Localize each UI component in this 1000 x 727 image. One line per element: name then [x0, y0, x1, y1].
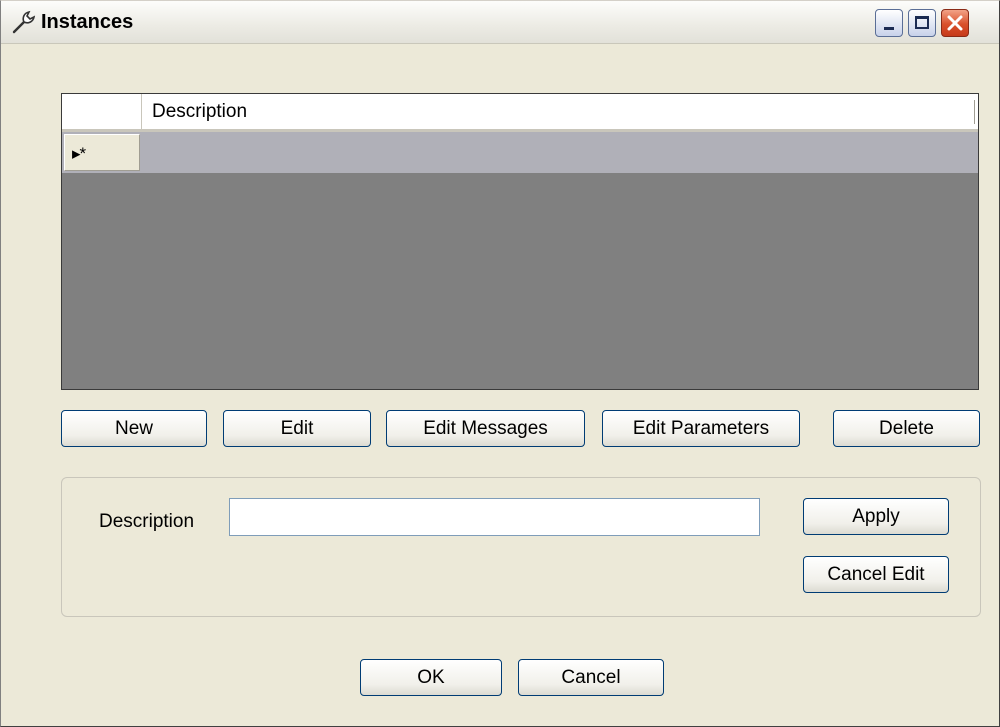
- delete-button[interactable]: Delete: [833, 410, 980, 447]
- edit-messages-button[interactable]: Edit Messages: [386, 410, 585, 447]
- new-row[interactable]: ▸*: [62, 132, 978, 173]
- maximize-button[interactable]: [908, 9, 936, 37]
- grid-corner-cell[interactable]: [62, 94, 142, 129]
- apply-button[interactable]: Apply: [803, 498, 949, 535]
- close-icon: [947, 15, 963, 31]
- description-input[interactable]: [229, 498, 760, 536]
- close-button[interactable]: [941, 9, 969, 37]
- description-label: Description: [99, 511, 195, 532]
- cancel-button[interactable]: Cancel: [518, 659, 664, 696]
- ok-button[interactable]: OK: [360, 659, 502, 696]
- wrench-icon: [11, 9, 37, 35]
- minimize-icon: [884, 27, 894, 30]
- cancel-edit-button[interactable]: Cancel Edit: [803, 556, 949, 593]
- new-row-marker: ▸*: [72, 144, 86, 163]
- grid-header: Description: [62, 94, 978, 132]
- column-header-description[interactable]: Description: [152, 101, 247, 123]
- edit-parameters-button[interactable]: Edit Parameters: [602, 410, 800, 447]
- column-divider: [974, 100, 975, 124]
- minimize-button[interactable]: [875, 9, 903, 37]
- row-header[interactable]: ▸*: [64, 134, 140, 171]
- new-button[interactable]: New: [61, 410, 207, 447]
- instances-grid[interactable]: Description ▸*: [61, 93, 979, 390]
- title-bar[interactable]: Instances: [1, 1, 999, 44]
- instances-dialog: Instances Description ▸* New Edit Edit M…: [0, 0, 1000, 727]
- window-title: Instances: [41, 11, 134, 33]
- maximize-icon: [915, 16, 929, 29]
- edit-button[interactable]: Edit: [223, 410, 371, 447]
